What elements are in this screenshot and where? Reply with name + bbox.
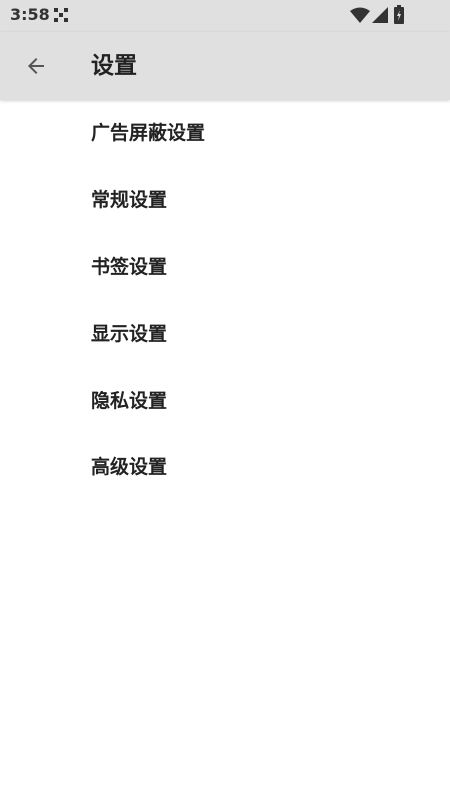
- settings-item-general[interactable]: 常规设置: [0, 167, 450, 234]
- settings-item-label: 显示设置: [91, 322, 168, 345]
- notification-icon: [54, 8, 68, 22]
- status-bar: 3:58: [0, 0, 450, 32]
- cellular-signal-icon: [372, 7, 388, 23]
- wifi-icon: [350, 7, 370, 23]
- battery-charging-icon: [394, 5, 404, 24]
- settings-item-label: 书签设置: [91, 255, 168, 278]
- settings-item-privacy[interactable]: 隐私设置: [0, 367, 450, 434]
- back-button[interactable]: [14, 44, 58, 88]
- settings-item-label: 常规设置: [91, 189, 168, 212]
- settings-item-advanced[interactable]: 高级设置: [0, 434, 450, 501]
- settings-list: 广告屏蔽设置 常规设置 书签设置 显示设置 隐私设置 高级设置: [0, 100, 450, 501]
- settings-item-ad-block[interactable]: 广告屏蔽设置: [0, 100, 450, 167]
- settings-item-display[interactable]: 显示设置: [0, 300, 450, 367]
- status-time: 3:58: [10, 5, 50, 24]
- page-title: 设置: [91, 53, 137, 79]
- settings-item-label: 高级设置: [91, 456, 168, 479]
- arrow-left-icon: [28, 58, 44, 74]
- settings-item-bookmarks[interactable]: 书签设置: [0, 234, 450, 301]
- settings-item-label: 隐私设置: [91, 389, 168, 412]
- settings-item-label: 广告屏蔽设置: [91, 122, 206, 145]
- app-bar: 设置: [0, 32, 450, 100]
